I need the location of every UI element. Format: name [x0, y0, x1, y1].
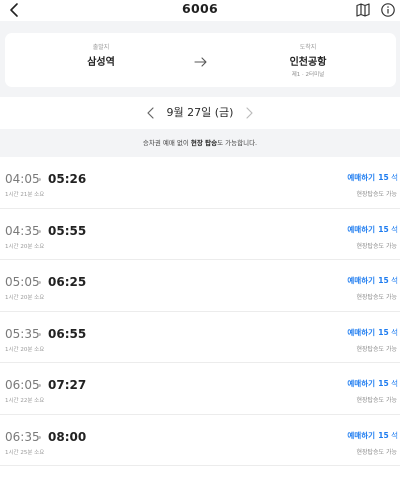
onsite-boarding-label: 현장탑승도 가능	[356, 191, 397, 198]
separator-dot	[38, 178, 41, 181]
seats-available: 15 석	[378, 275, 398, 286]
seat-unit: 석	[391, 224, 398, 234]
seat-count: 15	[378, 224, 389, 234]
seat-count: 15	[378, 379, 389, 388]
notice-prefix: 승차권 예매 없이	[142, 139, 191, 147]
book-button[interactable]: 예매하기	[347, 430, 375, 441]
book-button[interactable]: 예매하기	[347, 275, 375, 286]
notice-bold: 현장 탑승	[190, 139, 218, 147]
schedule-row: 06:05 07:27 1시간 22분 소요 예매하기 15 석 현장탑승도 가…	[0, 363, 400, 415]
arrival-time: 05:26	[48, 172, 87, 186]
arrival-label: 도착지	[299, 44, 317, 51]
map-icon[interactable]	[355, 2, 371, 18]
departure-time: 04:05	[5, 172, 40, 186]
book-button[interactable]: 예매하기	[347, 327, 375, 338]
onsite-boarding-label: 현장탑승도 가능	[356, 397, 397, 404]
departure-time: 05:05	[5, 275, 40, 289]
travel-duration: 1시간 25분 소요	[5, 449, 45, 456]
seats-available: 15 석	[378, 430, 398, 441]
departure-time: 06:35	[5, 429, 40, 444]
seats-available: 15 석	[378, 172, 398, 183]
travel-duration: 1시간 21분 소요	[5, 192, 45, 198]
page-title: 6006	[182, 1, 218, 16]
book-button[interactable]: 예매하기	[347, 224, 375, 235]
travel-duration: 1시간 22분 소요	[5, 398, 45, 404]
travel-duration: 1시간 20분 소요	[5, 243, 45, 250]
separator-dot	[38, 229, 41, 233]
seat-count: 15	[378, 430, 389, 440]
seats-available: 15 석	[378, 378, 398, 389]
notice-suffix: 도 가능합니다.	[217, 139, 258, 147]
book-button[interactable]: 예매하기	[347, 172, 375, 183]
date-selector: 9월 27일 (금)	[0, 100, 400, 126]
chevron-right-icon[interactable]	[243, 105, 255, 119]
schedule-row: 04:05 05:26 1시간 21분 소요 예매하기 15 석 현장탑승도 가…	[0, 157, 400, 209]
onsite-boarding-label: 현장탑승도 가능	[356, 242, 397, 250]
schedule-row: 04:35 05:55 1시간 20분 소요 예매하기 15 석 현장탑승도 가…	[0, 209, 400, 260]
travel-duration: 1시간 20분 소요	[5, 295, 45, 301]
schedule-row: 06:35 08:00 1시간 25분 소요 예매하기 15 석 현장탑승도 가…	[0, 415, 400, 466]
seat-count: 15	[378, 276, 389, 285]
separator-dot	[38, 332, 41, 336]
schedule-row: 05:35 06:55 1시간 20분 소요 예매하기 15 석 현장탑승도 가…	[0, 312, 400, 363]
arrival-name: 인천공항	[289, 57, 327, 68]
departure-label: 출발지	[92, 44, 110, 51]
route-card: 출발지 삼성역 도착지 인천공항 제1 · 2터미널	[5, 33, 396, 87]
seats-available: 15 석	[378, 224, 398, 235]
seat-unit: 석	[391, 327, 398, 337]
separator-dot	[38, 384, 41, 387]
onsite-boarding-label: 현장탑승도 가능	[356, 448, 397, 456]
onsite-boarding-label: 현장탑승도 가능	[356, 294, 397, 301]
book-button[interactable]: 예매하기	[347, 378, 375, 389]
arrival-time: 05:55	[48, 223, 87, 238]
seat-count: 15	[378, 173, 389, 182]
arrival-time: 07:27	[48, 378, 87, 392]
info-icon[interactable]	[380, 2, 396, 18]
top-bar: 6006	[0, 0, 400, 20]
onsite-boarding-label: 현장탑승도 가능	[356, 345, 397, 353]
arrival-time: 06:25	[48, 275, 87, 289]
seat-unit: 석	[391, 276, 398, 285]
departure-time: 05:35	[5, 326, 40, 341]
seat-unit: 석	[391, 379, 398, 388]
departure-time: 04:35	[5, 223, 40, 238]
schedule-row: 05:05 06:25 1시간 20분 소요 예매하기 15 석 현장탑승도 가…	[0, 260, 400, 312]
travel-duration: 1시간 20분 소요	[5, 346, 45, 353]
arrival-time: 08:00	[48, 429, 87, 444]
arrival-time: 06:55	[48, 326, 87, 341]
seats-available: 15 석	[378, 327, 398, 338]
seat-unit: 석	[391, 430, 398, 440]
schedule-list: 04:05 05:26 1시간 21분 소요 예매하기 15 석 현장탑승도 가…	[0, 157, 400, 466]
seat-unit: 석	[391, 173, 398, 182]
departure-time: 06:05	[5, 378, 40, 392]
onsite-boarding-notice: 승차권 예매 없이 현장 탑승도 가능합니다.	[0, 129, 400, 157]
arrow-right-icon	[194, 53, 208, 67]
seat-count: 15	[378, 327, 389, 337]
departure-name: 삼성역	[87, 57, 115, 68]
separator-dot	[38, 435, 41, 439]
selected-date[interactable]: 9월 27일 (금)	[0, 104, 400, 120]
arrival-terminal: 제1 · 2터미널	[291, 72, 325, 78]
separator-dot	[38, 281, 41, 284]
